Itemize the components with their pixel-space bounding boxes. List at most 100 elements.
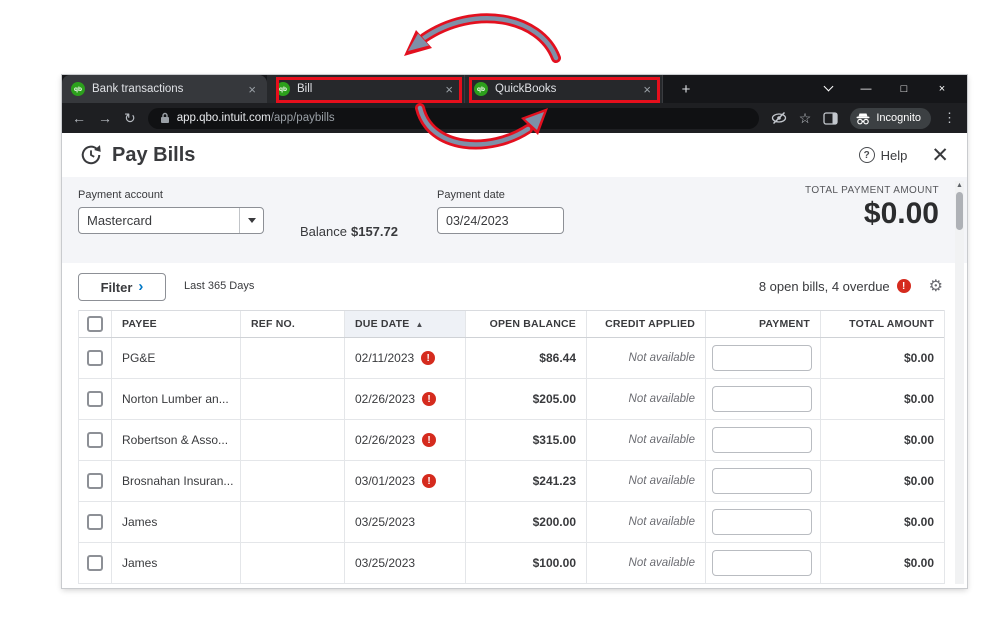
due-date-cell: 03/01/2023! — [345, 461, 466, 501]
forward-icon[interactable]: → — [98, 111, 112, 125]
header-payee[interactable]: PAYEE — [112, 311, 241, 337]
filter-chevron-icon: › — [138, 279, 143, 294]
maximize-button[interactable]: □ — [885, 83, 923, 95]
help-label: Help — [881, 148, 908, 163]
payment-input[interactable] — [712, 427, 812, 453]
window-close-button[interactable]: × — [923, 83, 961, 95]
page-header: Pay Bills ? Help ✕ — [62, 133, 967, 177]
total-payment-label: TOTAL PAYMENT AMOUNT — [805, 185, 939, 196]
page-close-icon[interactable]: ✕ — [931, 145, 949, 166]
payee-cell: Robertson & Asso... — [112, 420, 241, 460]
credit-applied-cell: Not available — [587, 420, 706, 460]
ref-cell — [241, 379, 345, 419]
bookmark-star-icon[interactable]: ☆ — [799, 110, 812, 127]
new-tab-button[interactable]: + — [673, 75, 699, 103]
chevron-down-icon[interactable] — [239, 208, 263, 233]
overdue-icon: ! — [422, 392, 436, 406]
url-host: app.qbo.intuit.com — [177, 112, 271, 124]
table-header-row: PAYEE REF NO. DUE DATE▲ OPEN BALANCE CRE… — [79, 310, 944, 338]
ref-cell — [241, 338, 345, 378]
ref-cell — [241, 502, 345, 542]
row-checkbox[interactable] — [87, 350, 103, 366]
due-date-cell: 03/25/2023! — [345, 502, 466, 542]
browser-menu-icon[interactable]: ⋮ — [943, 110, 957, 126]
ref-cell — [241, 543, 345, 583]
select-all-checkbox[interactable] — [87, 316, 103, 332]
overdue-icon: ! — [897, 279, 911, 293]
due-date-cell: 03/25/2023! — [345, 543, 466, 583]
due-date-cell: 02/11/2023! — [345, 338, 466, 378]
scrollbar-thumb[interactable] — [956, 192, 963, 230]
table-row: James 03/25/2023! $200.00 Not available … — [79, 502, 944, 543]
balance-value: $157.72 — [351, 224, 398, 239]
overdue-icon: ! — [422, 474, 436, 488]
payment-input[interactable] — [712, 468, 812, 494]
total-payment-value: $0.00 — [805, 197, 939, 231]
chevron-down-icon[interactable] — [809, 83, 847, 96]
address-bar[interactable]: app.qbo.intuit.com/app/paybills — [148, 108, 759, 129]
header-due-date[interactable]: DUE DATE▲ — [345, 311, 466, 337]
back-icon[interactable]: ← — [72, 111, 86, 125]
payee-cell: James — [112, 543, 241, 583]
credit-applied-cell: Not available — [587, 461, 706, 501]
payee-cell: Norton Lumber an... — [112, 379, 241, 419]
help-button[interactable]: ? Help — [859, 147, 908, 163]
payee-cell: James — [112, 502, 241, 542]
payment-input[interactable] — [712, 386, 812, 412]
tab-close-icon[interactable]: × — [641, 83, 653, 96]
payment-date-input[interactable] — [437, 207, 564, 234]
vertical-scrollbar[interactable]: ▲ — [955, 181, 964, 584]
scroll-up-icon[interactable]: ▲ — [955, 181, 964, 191]
payee-cell: Brosnahan Insuran... — [112, 461, 241, 501]
eye-off-icon[interactable] — [771, 111, 787, 125]
tab-close-icon[interactable]: × — [246, 83, 258, 96]
payment-input[interactable] — [712, 550, 812, 576]
header-ref-no[interactable]: REF NO. — [241, 311, 345, 337]
credit-applied-cell: Not available — [587, 379, 706, 419]
lock-icon — [160, 112, 170, 124]
total-amount-cell: $0.00 — [821, 543, 944, 583]
header-payment[interactable]: PAYMENT — [706, 311, 821, 337]
filter-button[interactable]: Filter › — [78, 273, 166, 301]
credit-applied-cell: Not available — [587, 502, 706, 542]
reload-icon[interactable]: ↻ — [124, 111, 136, 125]
header-open-balance[interactable]: OPEN BALANCE — [466, 311, 587, 337]
question-icon: ? — [859, 147, 875, 163]
sort-ascending-icon: ▲ — [416, 320, 424, 329]
payment-input[interactable] — [712, 509, 812, 535]
tab-bill[interactable]: qb Bill × — [267, 75, 465, 103]
side-panel-icon[interactable] — [823, 112, 838, 125]
quickbooks-favicon: qb — [71, 82, 85, 96]
table-row: James 03/25/2023! $100.00 Not available … — [79, 543, 944, 584]
row-checkbox[interactable] — [87, 432, 103, 448]
balance-label: Balance — [300, 224, 347, 239]
header-total-amount[interactable]: TOTAL AMOUNT — [821, 311, 944, 337]
tab-close-icon[interactable]: × — [443, 83, 455, 96]
minimize-button[interactable]: — — [847, 83, 885, 95]
table-row: Robertson & Asso... 02/26/2023! $315.00 … — [79, 420, 944, 461]
ref-cell — [241, 420, 345, 460]
payment-account-select[interactable]: Mastercard — [78, 207, 264, 234]
tab-bank-transactions[interactable]: qb Bank transactions × — [62, 75, 267, 103]
filter-label: Filter — [101, 280, 133, 295]
filter-bar: Filter › Last 365 Days 8 open bills, 4 o… — [62, 263, 967, 310]
row-checkbox[interactable] — [87, 555, 103, 571]
bills-table: PAYEE REF NO. DUE DATE▲ OPEN BALANCE CRE… — [78, 310, 945, 584]
incognito-icon — [856, 112, 870, 125]
overdue-icon: ! — [422, 433, 436, 447]
overdue-icon: ! — [421, 351, 435, 365]
total-payment-group: TOTAL PAYMENT AMOUNT $0.00 — [805, 185, 939, 231]
row-checkbox[interactable] — [87, 391, 103, 407]
window-controls: — □ × — [809, 75, 967, 103]
payment-input[interactable] — [712, 345, 812, 371]
quickbooks-favicon: qb — [474, 82, 488, 96]
open-bills-summary: 8 open bills, 4 overdue — [759, 279, 890, 294]
row-checkbox[interactable] — [87, 473, 103, 489]
open-balance-cell: $205.00 — [466, 379, 587, 419]
credit-applied-cell: Not available — [587, 543, 706, 583]
row-checkbox[interactable] — [87, 514, 103, 530]
header-credit-applied[interactable]: CREDIT APPLIED — [587, 311, 706, 337]
tab-quickbooks[interactable]: qb QuickBooks × — [465, 75, 663, 103]
total-amount-cell: $0.00 — [821, 379, 944, 419]
gear-icon[interactable]: ⚙ — [929, 276, 943, 296]
